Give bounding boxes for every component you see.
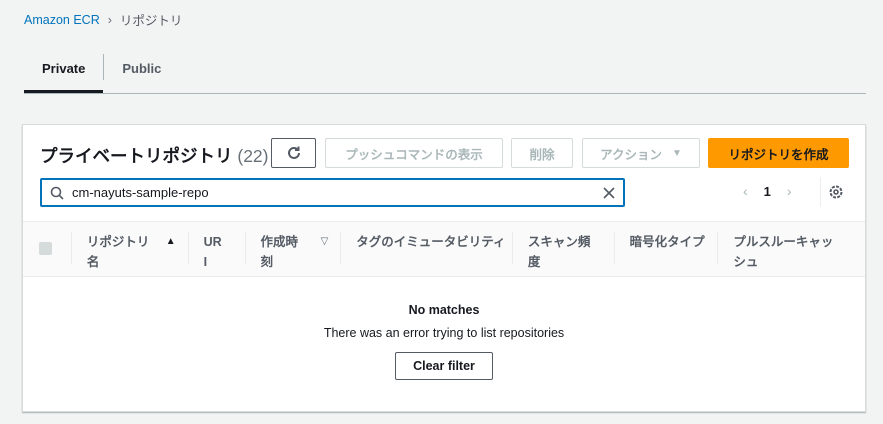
empty-state: No matches There was an error trying to … [23, 303, 865, 380]
page-number[interactable]: 1 [764, 184, 771, 199]
tabs: Private Public [24, 54, 866, 94]
chevron-right-icon[interactable]: › [787, 183, 792, 199]
column-header-scan-frequency[interactable]: スキャン頻度 [511, 222, 614, 276]
column-label: リポジトリ名 [86, 235, 150, 269]
breadcrumb: Amazon ECR › リポジトリ [24, 10, 182, 29]
push-commands-button[interactable]: プッシュコマンドの表示 [325, 138, 503, 168]
table-header: リポジトリ名 ▲ URI 作成時刻 ▽ タグのイミュータビリティ スキャン頻度 暗号… [23, 221, 865, 277]
column-label: URI [203, 235, 222, 269]
column-header-name[interactable]: リポジトリ名 ▲ [70, 222, 188, 276]
empty-title: No matches [408, 303, 480, 317]
clear-filter-button[interactable]: Clear filter [395, 352, 493, 380]
caret-down-icon: ▼ [671, 147, 682, 159]
column-label: タグのイミュータビリティ [356, 235, 506, 249]
select-all-checkbox-cell [23, 222, 71, 276]
create-repository-button[interactable]: リポジトリを作成 [708, 138, 849, 168]
refresh-button[interactable] [271, 138, 316, 168]
repositories-panel: プライベートリポジトリ (22) プッシュコマンドの表示 削除 アクション ▼ リ… [22, 124, 866, 412]
column-header-uri[interactable]: URI [187, 222, 245, 276]
search-input[interactable] [72, 185, 595, 200]
breadcrumb-ecr-link[interactable]: Amazon ECR [24, 13, 100, 27]
close-icon[interactable] [603, 186, 615, 199]
delete-button[interactable]: 削除 [511, 138, 573, 168]
search-field[interactable] [40, 178, 625, 207]
select-all-checkbox[interactable] [39, 242, 52, 255]
actions-label: アクション [600, 147, 662, 162]
tab-private[interactable]: Private [24, 58, 104, 93]
tab-public[interactable]: Public [104, 58, 179, 93]
pagination: ‹ 1 › [743, 183, 792, 199]
title-text: プライベートリポジトリ [40, 146, 233, 166]
refresh-icon [287, 146, 300, 159]
divider [820, 177, 821, 207]
column-header-pull-through-cache[interactable]: プルスルーキャッシュ [717, 222, 865, 276]
column-label: 暗号化タイプ [629, 235, 705, 249]
sort-ascending-icon: ▲ [165, 236, 176, 247]
chevron-right-icon: › [107, 12, 112, 27]
sort-descending-icon: ▽ [320, 236, 329, 247]
gear-icon[interactable] [828, 184, 844, 200]
column-label: 作成時刻 [260, 235, 299, 269]
column-header-tag-immutability[interactable]: タグのイミュータビリティ [340, 222, 512, 276]
repo-count: (22) [237, 146, 269, 166]
actions-dropdown[interactable]: アクション ▼ [582, 138, 700, 168]
tab-label: Public [122, 61, 162, 76]
column-label: プルスルーキャッシュ [733, 235, 834, 269]
column-header-created[interactable]: 作成時刻 ▽ [244, 222, 341, 276]
tab-label: Private [42, 61, 86, 76]
error-message: There was an error trying to list reposi… [323, 326, 565, 340]
chevron-left-icon[interactable]: ‹ [743, 183, 748, 199]
breadcrumb-current: リポジトリ [119, 14, 183, 28]
search-icon [50, 186, 64, 200]
column-label: スキャン頻度 [527, 235, 591, 269]
panel-title: プライベートリポジトリ (22) [40, 143, 269, 168]
column-header-encryption[interactable]: 暗号化タイプ [613, 222, 718, 276]
